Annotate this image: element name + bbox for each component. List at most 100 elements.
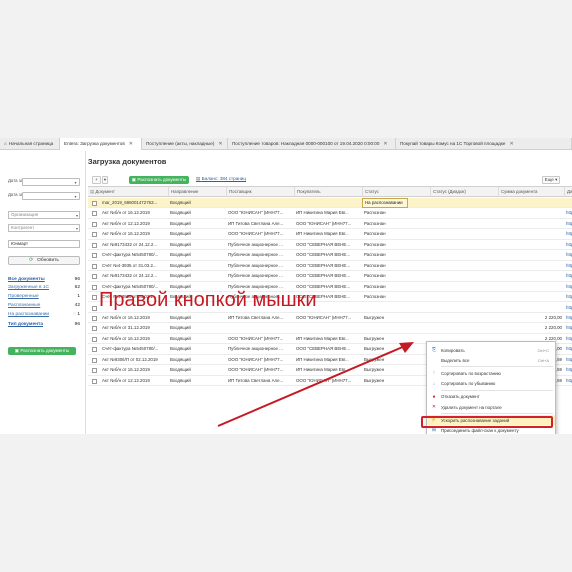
cell-buyer: ООО "ЮНИСАН" (ИНН77... <box>296 314 352 320</box>
close-icon[interactable]: ✕ <box>383 138 387 150</box>
row-checkbox[interactable] <box>92 347 97 353</box>
close-icon[interactable]: ✕ <box>129 138 133 150</box>
menu-item-copy[interactable]: ⎘ Копировать Ctrl+C <box>427 345 555 355</box>
table-row[interactable]: Акт №б/н от 31.12.2019 Входящий 2 220,00 ht… <box>88 323 572 334</box>
cell-date: http <box>566 335 572 341</box>
cell-status: Выгружен <box>364 314 385 320</box>
add-dropdown-button[interactable]: ▾ <box>102 176 108 184</box>
cell-date: http <box>566 304 572 310</box>
cell-diadoc <box>430 261 498 271</box>
menu-item-sort-desc[interactable]: ↓ Сортировать по убыванию <box>427 379 555 389</box>
menu-item-delete[interactable]: ✕ Удалить документ на портале <box>427 402 555 412</box>
chevron-down-icon[interactable]: ▾ <box>76 213 78 219</box>
cell-sum: 2 220,00 <box>544 314 562 320</box>
row-checkbox[interactable] <box>92 357 97 363</box>
column-status[interactable]: Статус <box>362 187 430 197</box>
date-from-field[interactable]: ▾ <box>22 178 80 186</box>
row-checkbox[interactable] <box>92 232 97 238</box>
cell-date: http <box>566 273 572 279</box>
cell-doc: Акт №б/н от 16.12.2019 <box>102 367 150 373</box>
cell-sum <box>498 303 564 313</box>
balance-link[interactable]: ▤ Баланс: 384 страниц <box>196 175 246 183</box>
cell-doc: Акт №б/н от 12.12.2019 <box>102 220 150 226</box>
column-sum[interactable]: Сумма документа <box>498 187 564 197</box>
row-checkbox[interactable] <box>92 201 97 206</box>
column-document[interactable]: ▤ Документ <box>88 187 168 197</box>
menu-item-sort-asc[interactable]: ↑ Сортировать по возрастанию <box>427 368 555 378</box>
row-checkbox[interactable] <box>92 253 97 259</box>
menu-item-reject[interactable]: ● Отказать документ <box>427 392 555 402</box>
tab-komus[interactable]: Покупай товары Комус на 1С Торговой площ… <box>396 138 572 150</box>
chevron-down-icon[interactable]: ▾ <box>76 226 78 232</box>
tab-entera-upload[interactable]: Entera: Загрузка документов ✕ <box>60 138 142 150</box>
row-checkbox[interactable] <box>92 315 97 321</box>
counterparty-field[interactable]: Контрагент ▾ <box>8 224 80 232</box>
more-button[interactable]: Еще ▾ <box>542 176 560 184</box>
close-icon[interactable]: ✕ <box>509 138 513 150</box>
search-input[interactable]: Юнмарт <box>8 240 80 248</box>
category-recognized[interactable]: Распознанные 42 <box>8 303 80 308</box>
row-checkbox[interactable] <box>92 274 97 280</box>
category-checked[interactable]: Проверенные 1 <box>8 294 80 299</box>
menu-item-select-all[interactable]: Выделить все Ctrl+A <box>427 355 555 365</box>
recognize-documents-button[interactable]: ▣ Распознать документы <box>129 176 189 184</box>
category-all-documents[interactable]: Все документы 96 <box>8 277 80 282</box>
add-button[interactable]: + <box>92 176 101 184</box>
close-icon[interactable]: ✕ <box>218 138 222 150</box>
category-doc-type[interactable]: Тип документа 96 <box>8 322 80 327</box>
cell-diadoc <box>430 323 498 333</box>
row-checkbox[interactable] <box>92 295 97 301</box>
cell-doc: Акт №б/н от 16.12.2019 <box>102 314 150 320</box>
cell-date: http <box>566 241 572 247</box>
cell-buyer: ООО "СЕВЕРНАЯ ВЕНЕ... <box>296 262 351 268</box>
column-buyer[interactable]: Покупатель <box>294 187 362 197</box>
cell-sum: 2 220,00 <box>544 325 562 331</box>
cell-date: http <box>566 377 572 383</box>
date-to-field[interactable]: ▾ <box>22 192 80 200</box>
table-row[interactable]: Акт №б/н от 16.12.2019 Входящий ИП Титова … <box>88 313 572 324</box>
tab-goods-receipt[interactable]: Поступление товаров: Накладная 0000-0001… <box>228 138 396 150</box>
chevron-down-icon[interactable]: ▾ <box>73 180 78 185</box>
row-checkbox[interactable] <box>92 242 97 248</box>
row-checkbox[interactable] <box>92 284 97 290</box>
table-row[interactable]: Акт №б/н от 16.12.2019 Входящий ООО "ЮНИСА… <box>88 208 572 219</box>
row-checkbox[interactable] <box>92 211 97 217</box>
refresh-button[interactable]: ⟳ Обновить <box>8 256 80 265</box>
row-checkbox[interactable] <box>92 326 97 332</box>
column-date[interactable]: Дата <box>564 187 572 197</box>
column-supplier[interactable]: Поставщик <box>226 187 294 197</box>
table-row[interactable]: Счёт-фактура №5450780/... Входящий Публичн… <box>88 250 572 261</box>
table-row[interactable]: Акт №9173432 от 24.12.2... Входящий Публич… <box>88 271 572 282</box>
cell-sum <box>498 208 564 218</box>
status-cell-editing[interactable]: На распознавании <box>362 198 408 208</box>
cell-supplier <box>226 323 294 333</box>
row-checkbox[interactable] <box>92 368 97 374</box>
category-in-recognition[interactable]: На распознавании ◌ 1 <box>8 312 80 317</box>
table-row[interactable]: Акт №9173432 от 24.12.2... Входящий Публич… <box>88 240 572 251</box>
row-checkbox[interactable] <box>92 263 97 269</box>
cell-sum <box>498 219 564 229</box>
cell-status: Распознан <box>364 273 386 279</box>
organization-field[interactable]: Организация ▾ <box>8 211 80 219</box>
row-checkbox[interactable] <box>92 336 97 342</box>
cell-supplier: ИП Титова Светлана Але... <box>228 220 284 226</box>
column-direction[interactable]: Направление <box>168 187 226 197</box>
row-checkbox[interactable] <box>92 378 97 384</box>
chevron-down-icon[interactable]: ▾ <box>73 194 78 199</box>
cell-dir: Входящий <box>170 200 191 205</box>
cell-buyer: ИП Никитина Мария Евг... <box>296 210 349 216</box>
cell-supplier <box>226 198 294 208</box>
chevron-down-icon: ▾ <box>555 177 558 182</box>
tab-receipts[interactable]: Поступление (акты, накладные) ✕ <box>142 138 228 150</box>
recognize-documents-button-left[interactable]: ▣ Распознать документы <box>8 347 76 355</box>
table-row[interactable]: Акт №б/н от 16.12.2019 Входящий ООО "ЮНИСА… <box>88 229 572 240</box>
table-row[interactable]: mar_2019_686001472763... Входящий На распо… <box>88 198 572 209</box>
table-row[interactable]: Акт №б/н от 12.12.2019 Входящий ИП Титова … <box>88 219 572 230</box>
row-checkbox[interactable] <box>92 305 97 311</box>
column-status-diadoc[interactable]: Статус (Диадок) <box>430 187 498 197</box>
row-checkbox[interactable] <box>92 221 97 227</box>
table-row[interactable]: Счёт №4-3935 от 31.03.2... Входящий Публич… <box>88 261 572 272</box>
cell-doc: Счёт-фактура №5450780/... <box>102 252 159 258</box>
tab-home[interactable]: ⌂ Начальная страница <box>0 138 60 150</box>
category-loaded-1c[interactable]: Загруженные в 1С 62 <box>8 285 80 290</box>
